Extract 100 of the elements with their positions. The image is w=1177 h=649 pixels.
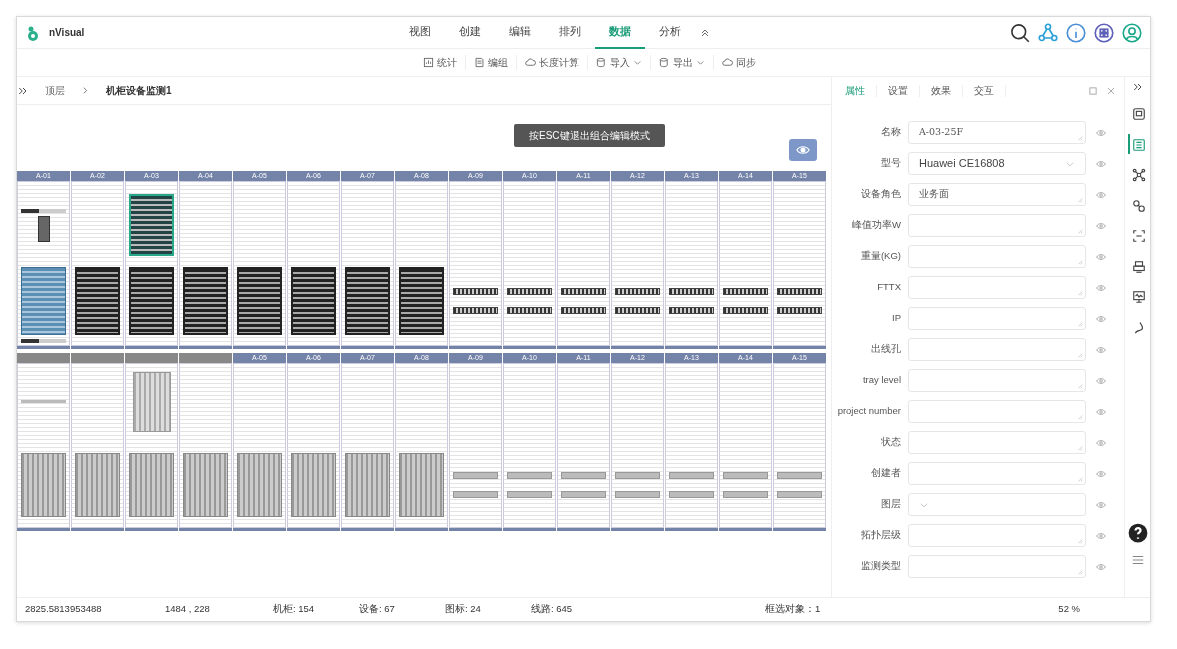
toolbar-button[interactable]: 长度计算 [517,55,588,70]
input-field[interactable] [908,400,1086,423]
visibility-icon[interactable] [1096,375,1106,386]
chassis-device[interactable] [345,266,390,335]
toolbar-button[interactable]: 统计 [415,55,466,70]
visibility-icon[interactable] [1096,282,1106,293]
rack[interactable] [611,181,664,346]
rack[interactable] [665,181,718,346]
visibility-icon[interactable] [1096,251,1106,262]
expand-icon[interactable] [1131,81,1144,93]
chassis-device[interactable] [129,266,174,335]
switch-device[interactable] [669,472,714,480]
input-field[interactable] [908,462,1086,485]
visibility-icon[interactable] [1096,127,1106,138]
module-device[interactable] [37,215,50,242]
breadcrumb-item[interactable]: 顶层 [45,83,65,98]
patch-strip[interactable] [21,208,66,213]
visibility-icon[interactable] [1096,220,1106,231]
panel-device[interactable] [132,371,171,432]
visibility-icon[interactable] [1096,313,1106,324]
rack[interactable] [773,181,826,346]
rack[interactable] [71,181,124,346]
rack[interactable] [557,181,610,346]
switch-device[interactable] [669,306,714,314]
chassis-device[interactable] [75,266,120,335]
toolbar-button[interactable]: 编组 [466,55,517,70]
switch-device[interactable] [615,306,660,314]
rack[interactable] [17,181,70,346]
switch-device[interactable] [777,472,822,480]
patch-strip[interactable] [21,339,66,343]
select-field[interactable]: Huawei CE16808 [908,152,1086,175]
rack[interactable] [233,181,286,346]
switch-device[interactable] [669,287,714,295]
visibility-icon[interactable] [1096,468,1106,479]
rack[interactable] [125,181,178,346]
switch-device[interactable] [507,472,552,480]
switch-device[interactable] [453,491,498,499]
visibility-icon[interactable] [1096,499,1106,510]
close-icon[interactable] [1106,86,1117,96]
rack[interactable] [395,181,448,346]
rack[interactable] [179,181,232,346]
panel-tab[interactable]: 效果 [920,85,963,97]
switch-device[interactable] [669,491,714,499]
switch-device[interactable] [561,287,606,295]
switch-device[interactable] [723,491,768,499]
visibility-icon[interactable] [1096,561,1106,572]
switch-device[interactable] [723,472,768,480]
visibility-icon[interactable] [1096,189,1106,200]
switch-device[interactable] [723,287,768,295]
switch-device[interactable] [453,306,498,314]
apps-icon[interactable] [1094,22,1114,43]
input-field[interactable] [908,276,1086,299]
rack[interactable] [719,181,772,346]
switch-device[interactable] [507,491,552,499]
switch-device[interactable] [507,306,552,314]
visibility-icon[interactable] [1096,406,1106,417]
switch-device[interactable] [777,491,822,499]
menu-tab[interactable]: 分析 [645,16,695,49]
visibility-icon[interactable] [1096,437,1106,448]
menu-tab[interactable]: 创建 [445,16,495,49]
switch-device[interactable] [615,472,660,480]
switch-device[interactable] [615,287,660,295]
menu-icon[interactable] [1130,553,1145,567]
rack[interactable] [287,181,340,346]
switch-device[interactable] [561,472,606,480]
share-icon[interactable] [1038,22,1058,43]
switch-device[interactable] [723,306,768,314]
menu-tab[interactable]: 排列 [545,16,595,49]
chassis-device[interactable] [399,266,444,335]
panel-tab[interactable]: 交互 [963,85,1006,97]
info-icon[interactable] [1066,22,1086,43]
input-field[interactable] [908,431,1086,454]
switch-device[interactable] [561,491,606,499]
switch-device[interactable] [453,472,498,480]
switch-device[interactable] [453,287,498,295]
search-icon[interactable] [1010,22,1030,43]
user-icon[interactable] [1122,22,1142,43]
input-field[interactable] [908,245,1086,268]
input-field[interactable] [908,555,1086,578]
input-field[interactable] [908,307,1086,330]
switch-device[interactable] [615,491,660,499]
menu-tab[interactable]: 数据 [595,16,645,49]
chassis-device[interactable] [183,266,228,335]
rack[interactable] [449,181,502,346]
switch-device[interactable] [777,306,822,314]
view-button[interactable] [789,139,817,161]
chassis-device[interactable] [237,266,282,335]
select-field[interactable] [908,493,1086,516]
panel-tab[interactable]: 设置 [877,85,920,97]
input-field[interactable] [908,338,1086,361]
toolbar-button[interactable]: 同步 [714,55,764,70]
panel-tab[interactable]: 属性 [834,85,877,97]
visibility-icon[interactable] [1096,158,1106,169]
input-field[interactable]: A-03-25F [908,121,1086,144]
input-field[interactable] [908,369,1086,392]
input-field[interactable] [908,524,1086,547]
input-field[interactable]: 业务面 [908,183,1086,206]
rack[interactable] [503,181,556,346]
visibility-icon[interactable] [1096,344,1106,355]
menu-tab[interactable]: 编辑 [495,16,545,49]
